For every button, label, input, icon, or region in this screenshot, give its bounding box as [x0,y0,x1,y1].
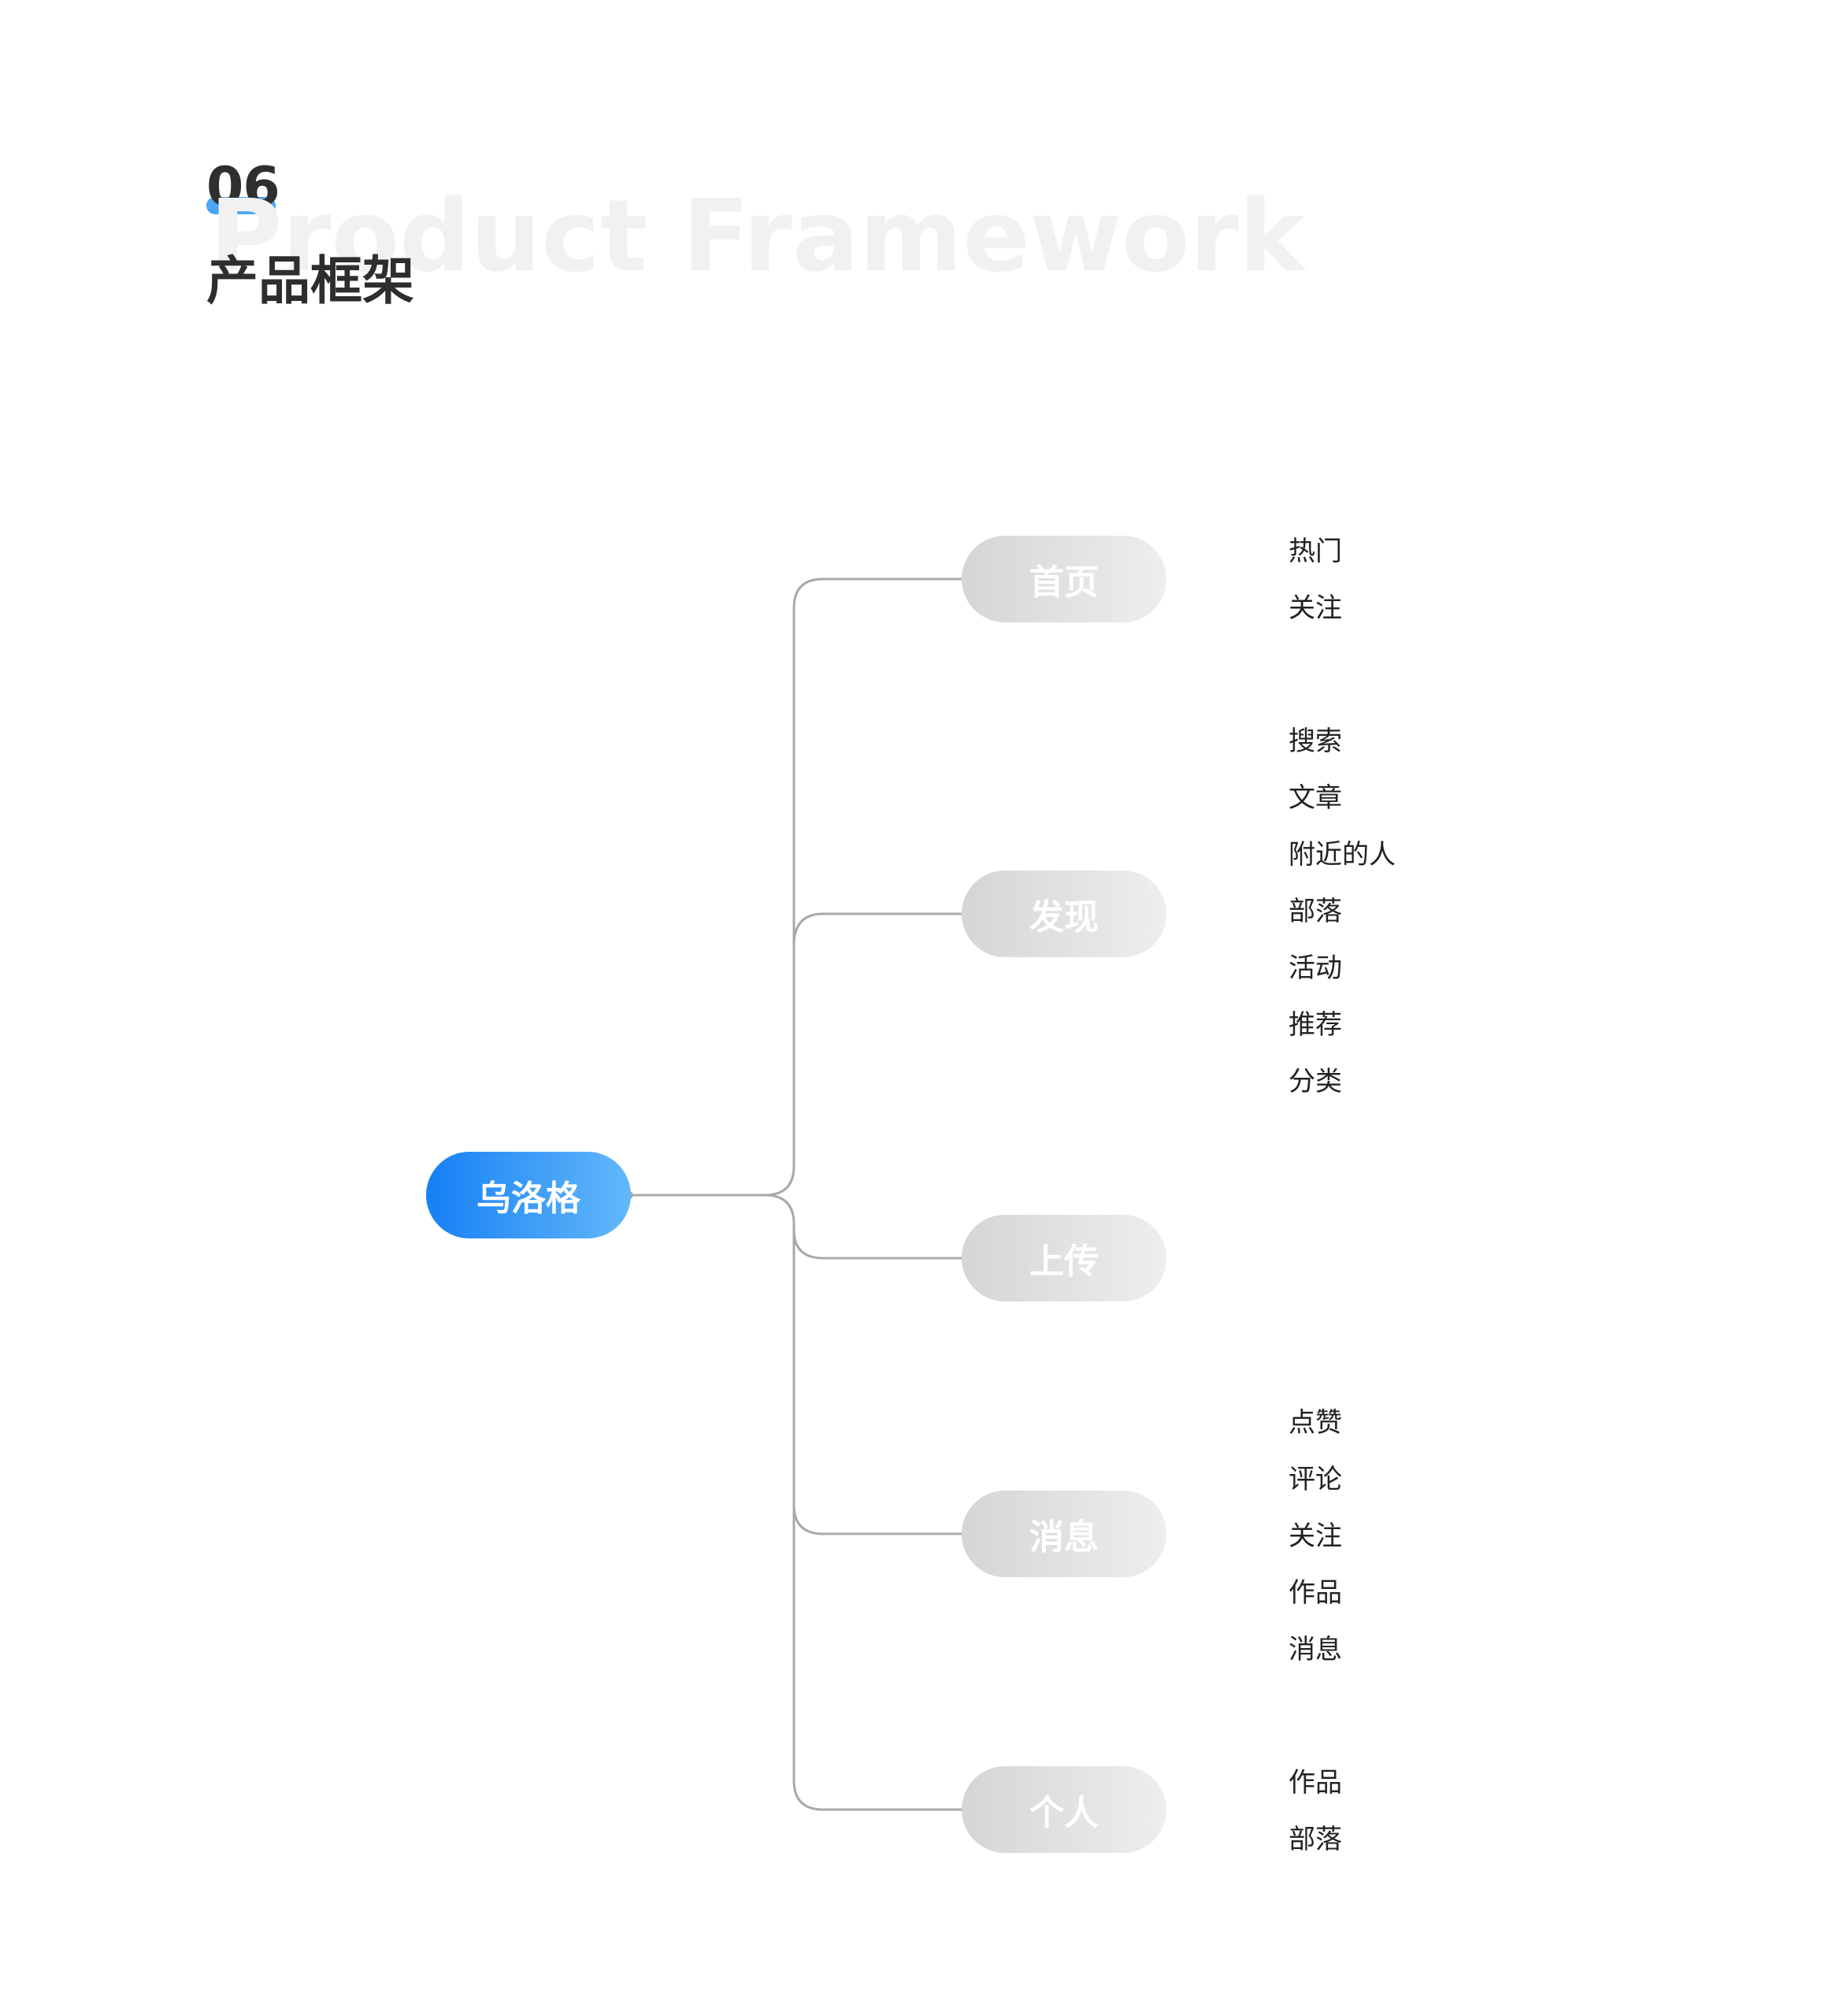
leaf-item: 作品 [1289,1767,1342,1799]
connector-trunk-upper [763,577,963,1197]
leaf-list-home: 热门 关注 [1289,523,1342,637]
leaf-item: 热门 [1289,536,1342,567]
leaf-item: 评论 [1289,1464,1342,1495]
root-node-label: 乌洛格 [477,1179,580,1219]
leaf-item: 文章 [1289,782,1342,814]
leaf-item: 部落 [1289,896,1342,927]
leaf-item: 附近的人 [1289,839,1396,871]
branch-node-label: 上传 [1029,1242,1099,1282]
branch-node-label: 发现 [1029,897,1099,937]
page-title: 产品框架 [206,251,414,311]
root-node[interactable]: 乌洛格 [426,1152,631,1238]
connector-branch-4 [792,1503,963,1535]
branch-node-discover[interactable]: 发现 [962,871,1166,957]
branch-node-label: 消息 [1029,1517,1099,1557]
leaf-item: 搜索 [1289,726,1342,757]
leaf-list-profile: 作品 部落 [1289,1754,1342,1868]
branch-node-profile[interactable]: 个人 [962,1766,1166,1853]
connector-branch-2 [792,912,963,947]
branch-node-messages[interactable]: 消息 [962,1491,1166,1577]
branch-node-home[interactable]: 首页 [962,536,1166,622]
leaf-item: 点赞 [1289,1407,1342,1439]
leaf-item: 活动 [1289,952,1342,984]
leaf-item: 关注 [1289,1520,1342,1552]
leaf-item: 作品 [1289,1577,1342,1609]
leaf-list-messages: 点赞 评论 关注 作品 消息 [1289,1394,1342,1678]
connector-trunk-lower [763,1194,963,1811]
branch-node-label: 首页 [1029,562,1099,603]
leaf-list-discover: 搜索 文章 附近的人 部落 活动 推荐 分类 [1289,713,1396,1110]
connector-branch-3 [792,1228,963,1260]
leaf-item: 部落 [1289,1824,1342,1855]
leaf-item: 分类 [1289,1066,1342,1097]
branch-node-label: 个人 [1029,1793,1099,1833]
leaf-item: 推荐 [1289,1009,1342,1041]
leaf-item: 消息 [1289,1634,1342,1665]
leaf-item: 关注 [1289,592,1342,624]
branch-node-upload[interactable]: 上传 [962,1215,1166,1301]
